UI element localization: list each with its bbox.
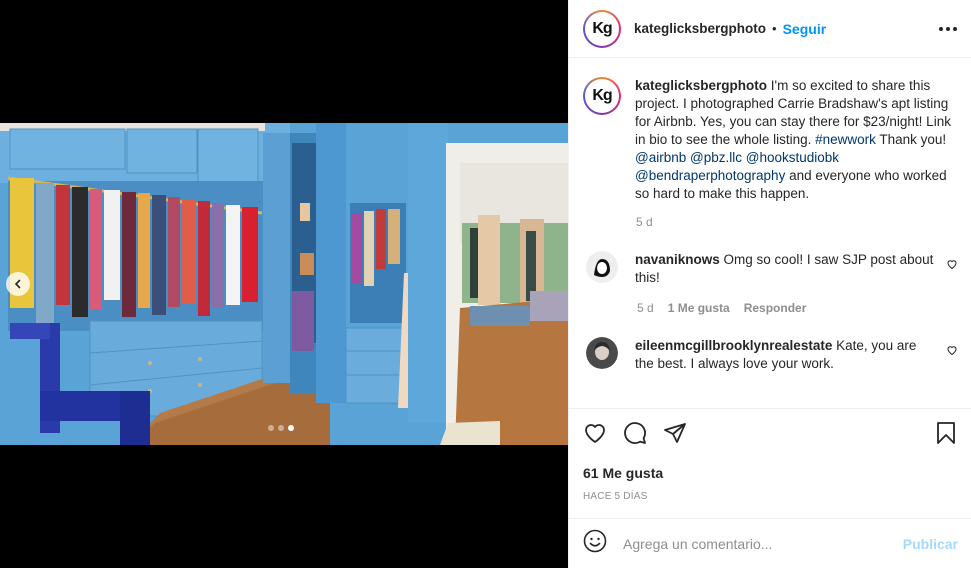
mention-link[interactable]: @bendraperphotography — [635, 168, 785, 183]
mention-link[interactable]: @hookstudiobk — [746, 150, 839, 165]
comment-age[interactable]: 5 d — [637, 301, 654, 315]
post-side-panel: Kg kateglicksbergphoto • Seguir Kg kateg… — [568, 0, 971, 568]
caption-meta: 5 d — [636, 215, 958, 229]
comment-input[interactable] — [623, 535, 903, 552]
post-photo-closet[interactable] — [0, 123, 568, 445]
post-timestamp[interactable]: Hace 5 días — [583, 491, 958, 502]
caption-text: kateglicksbergphoto I'm so excited to sh… — [635, 77, 958, 203]
avatar[interactable]: Kg — [583, 77, 621, 115]
mention-link[interactable]: @pbz.llc — [690, 150, 742, 165]
carousel-prev-button[interactable] — [6, 272, 30, 296]
heart-icon — [947, 346, 957, 356]
caption-body: Thank you! — [875, 132, 947, 147]
separator-dot: • — [772, 21, 777, 36]
publish-button[interactable]: Publicar — [903, 536, 958, 552]
post-actions: 61 Me gusta Hace 5 días — [569, 408, 971, 502]
comment-username[interactable]: navaniknows — [635, 252, 720, 267]
comment-button[interactable] — [623, 421, 647, 450]
follow-button[interactable]: Seguir — [783, 21, 827, 37]
hashtag-link[interactable]: #newwork — [815, 132, 876, 147]
comment-like-button[interactable] — [946, 257, 958, 275]
save-button[interactable] — [934, 421, 958, 450]
comment-meta: 5 d 1 Me gusta Responder — [637, 301, 958, 315]
avatar[interactable] — [586, 337, 618, 369]
avatar[interactable]: Kg — [583, 9, 621, 48]
heart-icon — [947, 260, 957, 270]
post-header: Kg kateglicksbergphoto • Seguir — [569, 0, 971, 58]
heart-icon — [585, 423, 605, 443]
carousel-dot — [278, 425, 284, 431]
caption-age[interactable]: 5 d — [636, 215, 653, 229]
reply-button[interactable]: Responder — [744, 301, 807, 315]
mention-link[interactable]: @airbnb — [635, 150, 686, 165]
post-media — [0, 0, 568, 568]
comment-username[interactable]: eileenmcgillbrooklynrealestate — [635, 338, 832, 353]
avatar-image — [586, 251, 618, 283]
more-dot — [946, 26, 950, 31]
paper-plane-icon — [664, 422, 686, 443]
author-username[interactable]: kateglicksbergphoto — [634, 21, 766, 36]
more-dot — [939, 26, 943, 31]
like-button[interactable] — [583, 421, 607, 450]
comment-item: eileenmcgillbrooklynrealestate Kate, you… — [583, 337, 958, 373]
carousel-indicator — [268, 425, 294, 431]
avatar-logo: Kg — [585, 11, 619, 46]
comment-text: navaniknows Omg so cool! I saw SJP post … — [635, 251, 936, 287]
comment-like-button[interactable] — [946, 343, 958, 361]
comment-text: eileenmcgillbrooklynrealestate Kate, you… — [635, 337, 936, 373]
carousel-dot-active — [288, 425, 294, 431]
emoji-button[interactable] — [583, 529, 607, 558]
bookmark-icon — [937, 421, 955, 444]
emoji-icon — [583, 529, 607, 553]
chevron-left-icon — [14, 279, 21, 289]
more-dot — [953, 26, 957, 31]
comment-likes[interactable]: 1 Me gusta — [668, 301, 730, 315]
comment-icon — [624, 421, 646, 444]
likes-count[interactable]: 61 Me gusta — [583, 465, 958, 481]
caption: Kg kateglicksbergphoto I'm so excited to… — [583, 77, 958, 203]
comment-composer: Publicar — [569, 518, 971, 568]
comments-list[interactable]: Kg kateglicksbergphoto I'm so excited to… — [569, 59, 971, 407]
avatar-image — [586, 337, 618, 369]
caption-username[interactable]: kateglicksbergphoto — [635, 78, 767, 93]
avatar[interactable] — [586, 251, 618, 283]
carousel-dot — [268, 425, 274, 431]
avatar-logo: Kg — [585, 79, 619, 113]
action-icons — [583, 409, 958, 461]
more-options-button[interactable] — [939, 26, 957, 31]
share-button[interactable] — [663, 421, 687, 450]
comment-item: navaniknows Omg so cool! I saw SJP post … — [583, 251, 958, 287]
